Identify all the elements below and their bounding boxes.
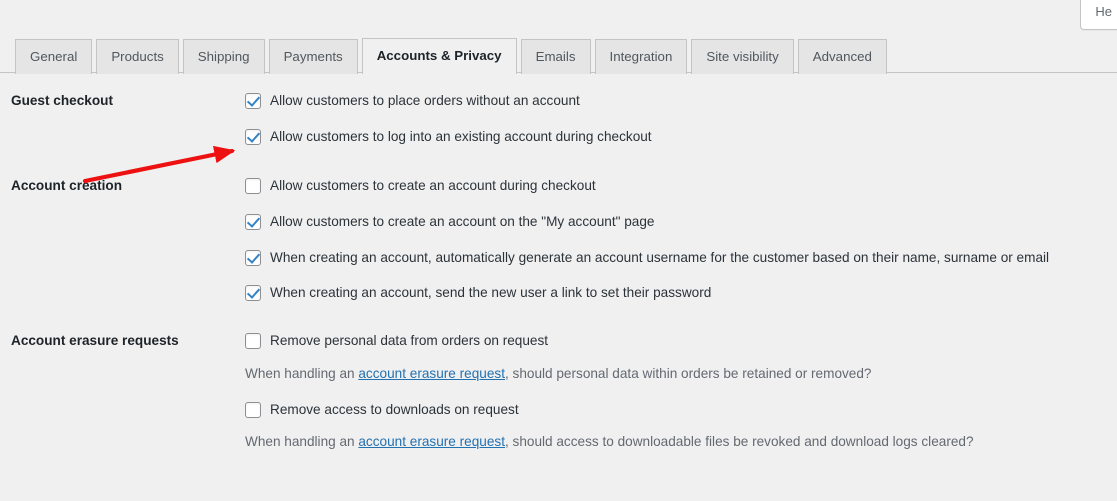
tab-payments[interactable]: Payments xyxy=(268,39,358,74)
section-label-guest-checkout: Guest checkout xyxy=(11,93,113,108)
tab-site-visibility[interactable]: Site visibility xyxy=(691,39,794,74)
field-remove-download-access[interactable]: Remove access to downloads on request xyxy=(245,401,1117,419)
description-2-before: When handling an xyxy=(245,434,359,450)
label-allow-login-at-checkout: Allow customers to log into an existing … xyxy=(270,128,652,144)
checkbox-auto-generate-username[interactable] xyxy=(245,249,261,266)
label-create-account-my-account-page: Allow customers to create an account on … xyxy=(270,214,655,230)
label-remove-download-access: Remove access to downloads on request xyxy=(270,401,519,417)
section-guest-checkout: Guest checkout Allow customers to place … xyxy=(0,92,1117,145)
label-allow-guest-orders: Allow customers to place orders without … xyxy=(270,93,580,108)
link-account-erasure-request-1[interactable]: account erasure request xyxy=(358,366,505,381)
label-send-password-setup-link: When creating an account, send the new u… xyxy=(270,285,712,301)
tab-shipping[interactable]: Shipping xyxy=(182,39,265,74)
section-spacer-1 xyxy=(0,145,1117,177)
link-account-erasure-request-2[interactable]: account erasure request xyxy=(358,434,505,449)
tab-general[interactable]: General xyxy=(15,39,93,74)
section-fields-account-creation: Allow customers to create an account dur… xyxy=(245,177,1117,302)
tab-integration[interactable]: Integration xyxy=(594,39,688,74)
section-account-creation: Account creation Allow customers to crea… xyxy=(0,177,1117,302)
section-label-account-creation: Account creation xyxy=(11,178,123,194)
checkbox-allow-guest-orders[interactable] xyxy=(245,92,261,109)
checkbox-create-account-during-checkout[interactable] xyxy=(245,178,261,195)
tab-accounts-privacy[interactable]: Accounts & Privacy xyxy=(361,38,517,74)
field-allow-login-at-checkout[interactable]: Allow customers to log into an existing … xyxy=(245,128,1117,146)
description-remove-download-access: When handling an account erasure request… xyxy=(245,432,1117,451)
field-allow-guest-orders[interactable]: Allow customers to place orders without … xyxy=(245,92,1117,110)
label-auto-generate-username: When creating an account, automatically … xyxy=(270,249,1050,265)
description-1-after: , should personal data within orders be … xyxy=(504,365,872,381)
section-fields-guest-checkout: Allow customers to place orders without … xyxy=(245,92,1117,145)
tab-emails[interactable]: Emails xyxy=(520,39,591,74)
section-account-erasure-requests: Account erasure requests Remove personal… xyxy=(0,332,1117,469)
checkbox-send-password-setup-link[interactable] xyxy=(245,285,261,302)
label-create-account-during-checkout: Allow customers to create an account dur… xyxy=(270,178,596,194)
checkbox-remove-personal-data[interactable] xyxy=(245,332,261,349)
description-1-before: When handling an xyxy=(245,365,359,381)
description-2-after: , should access to downloadable files be… xyxy=(504,434,974,450)
checkbox-allow-login-at-checkout[interactable] xyxy=(245,128,261,145)
settings-form: Guest checkout Allow customers to place … xyxy=(0,92,1117,469)
section-fields-account-erasure-requests: Remove personal data from orders on requ… xyxy=(245,332,1117,469)
field-auto-generate-username[interactable]: When creating an account, automatically … xyxy=(245,249,1117,267)
section-label-account-erasure-requests: Account erasure requests xyxy=(11,333,179,349)
settings-tab-bar: General Products Shipping Payments Accou… xyxy=(15,38,891,74)
field-remove-personal-data[interactable]: Remove personal data from orders on requ… xyxy=(245,332,1117,350)
help-tab[interactable]: He xyxy=(1080,0,1117,31)
checkbox-create-account-my-account-page[interactable] xyxy=(245,213,261,230)
section-spacer-2 xyxy=(0,302,1117,332)
field-create-account-during-checkout[interactable]: Allow customers to create an account dur… xyxy=(245,177,1117,195)
tab-advanced[interactable]: Advanced xyxy=(797,39,887,74)
label-remove-personal-data: Remove personal data from orders on requ… xyxy=(270,333,549,349)
field-create-account-my-account-page[interactable]: Allow customers to create an account on … xyxy=(245,213,1117,231)
checkbox-remove-download-access[interactable] xyxy=(245,401,261,418)
help-tab-label: He xyxy=(1095,4,1112,19)
tab-products[interactable]: Products xyxy=(96,39,179,74)
field-send-password-setup-link[interactable]: When creating an account, send the new u… xyxy=(245,284,1117,302)
settings-page: He General Products Shipping Payments Ac… xyxy=(0,0,1117,501)
description-remove-personal-data: When handling an account erasure request… xyxy=(245,364,1117,383)
